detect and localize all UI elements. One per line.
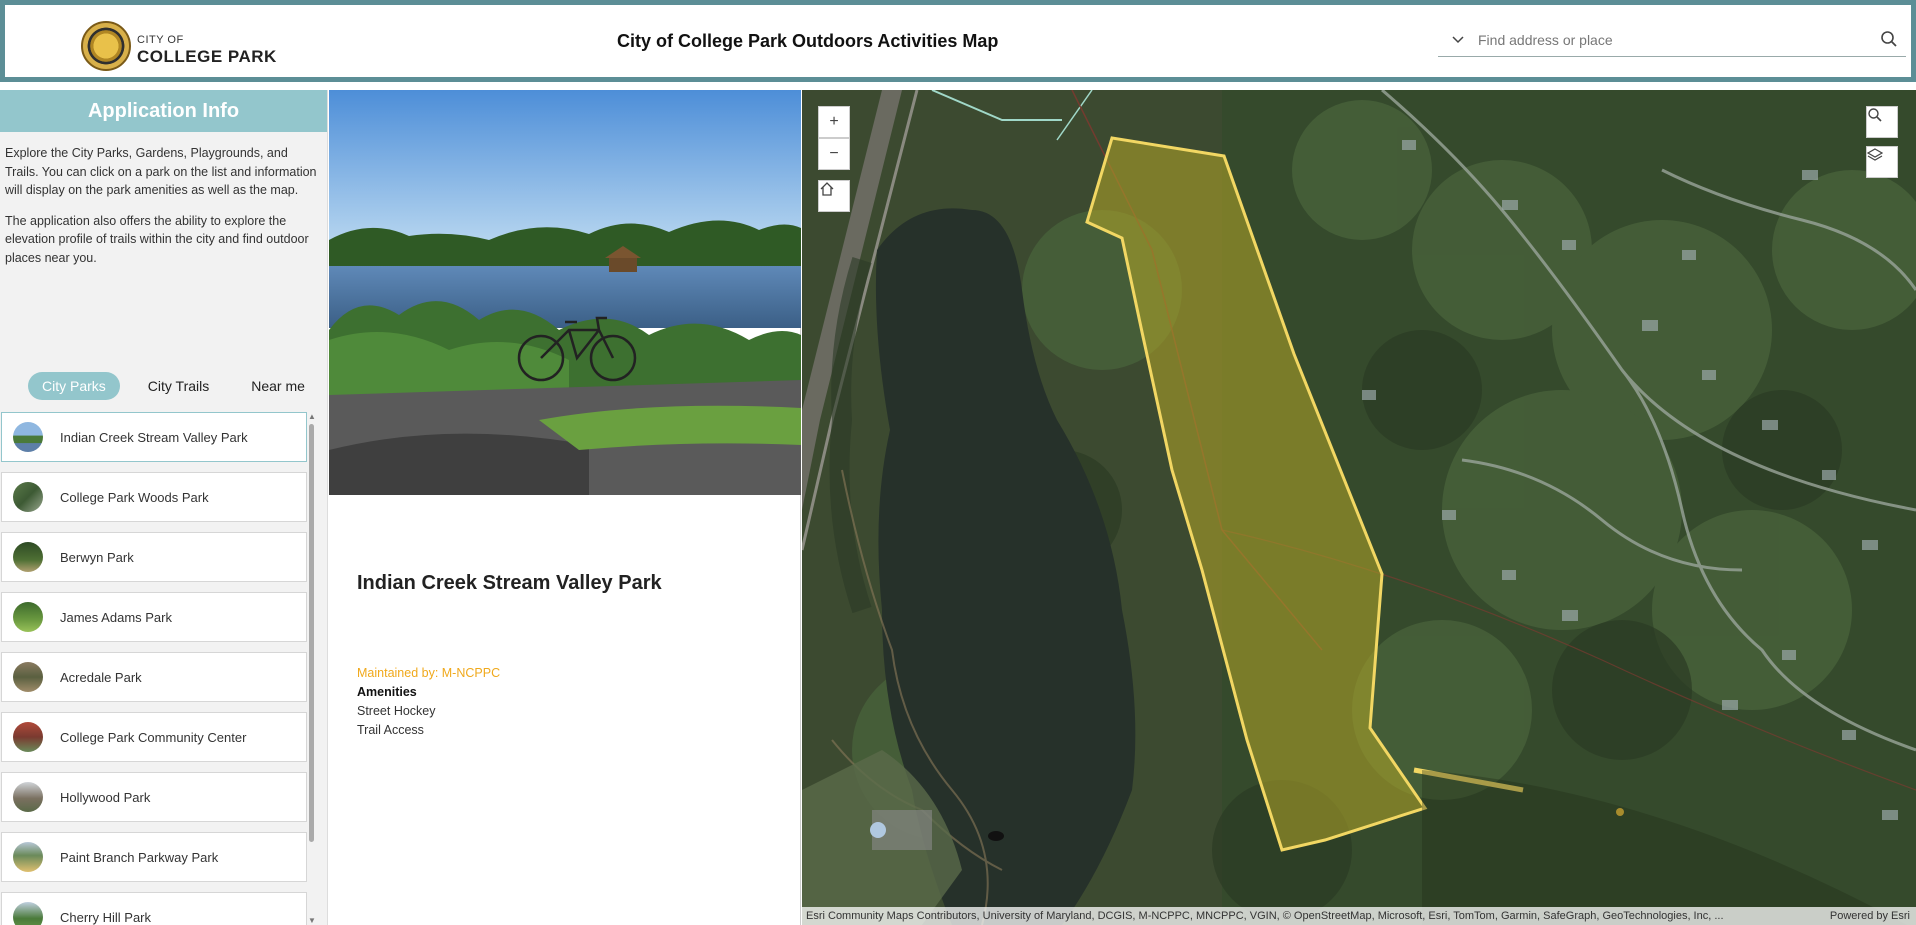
brand-small-text: CITY OF	[137, 34, 184, 46]
app-header: CITY OF COLLEGE PARK City of College Par…	[0, 0, 1916, 82]
tab-near-me[interactable]: Near me	[237, 372, 319, 400]
satellite-basemap	[802, 90, 1916, 925]
zoom-in-button[interactable]: +	[818, 106, 850, 138]
park-photo	[329, 90, 801, 495]
park-thumbnail	[13, 842, 43, 872]
park-name: Paint Branch Parkway Park	[60, 849, 219, 865]
park-name: James Adams Park	[60, 609, 172, 625]
brand: CITY OF COLLEGE PARK	[137, 34, 277, 66]
home-button[interactable]	[818, 180, 850, 212]
amenities-heading: Amenities	[357, 685, 417, 699]
search-input[interactable]	[1478, 29, 1858, 51]
list-item-indian-creek[interactable]: Indian Creek Stream Valley Park	[1, 412, 307, 462]
category-tabs: City Parks City Trails Near me	[28, 372, 319, 400]
park-name: College Park Woods Park	[60, 489, 209, 505]
park-detail-panel: Indian Creek Stream Valley Park Maintain…	[329, 90, 801, 925]
park-thumbnail	[13, 482, 43, 512]
search-bar	[1438, 23, 1906, 57]
map-view[interactable]: + − Esri Community Maps Contributors, Un…	[802, 90, 1916, 925]
park-list: Indian Creek Stream Valley Park College …	[0, 412, 312, 925]
description-paragraph-1: Explore the City Parks, Gardens, Playgro…	[5, 146, 317, 197]
park-name: College Park Community Center	[60, 729, 247, 745]
search-icon[interactable]	[1880, 30, 1898, 48]
amenity-item: Street Hockey	[357, 704, 436, 718]
park-name: Cherry Hill Park	[60, 909, 152, 925]
city-seal-logo	[81, 21, 131, 71]
list-item-berwyn[interactable]: Berwyn Park	[1, 532, 307, 582]
scroll-down-icon[interactable]: ▼	[308, 916, 316, 925]
powered-by-esri[interactable]: Powered by Esri	[1830, 907, 1910, 925]
map-search-button[interactable]	[1866, 106, 1898, 138]
chevron-down-icon[interactable]	[1450, 31, 1466, 47]
park-thumbnail	[13, 662, 43, 692]
brand-big-text: COLLEGE PARK	[137, 47, 277, 66]
park-name: Acredale Park	[60, 669, 142, 685]
app-title: City of College Park Outdoors Activities…	[617, 31, 999, 51]
park-name: Berwyn Park	[60, 549, 134, 565]
amenity-item: Trail Access	[357, 723, 424, 737]
list-item-hollywood[interactable]: Hollywood Park	[1, 772, 307, 822]
maintained-by: Maintained by: M-NCPPC	[357, 666, 501, 680]
park-name: Hollywood Park	[60, 789, 151, 805]
park-thumbnail	[13, 602, 43, 632]
park-thumbnail	[13, 782, 43, 812]
list-item-college-park-woods[interactable]: College Park Woods Park	[1, 472, 307, 522]
app-description: Explore the City Parks, Gardens, Playgro…	[0, 132, 327, 267]
list-item-james-adams[interactable]: James Adams Park	[1, 592, 307, 642]
list-item-paint-branch[interactable]: Paint Branch Parkway Park	[1, 832, 307, 882]
park-thumbnail	[13, 722, 43, 752]
application-info-panel: Application Info Explore the City Parks,…	[0, 90, 328, 925]
panel-heading: Application Info	[0, 90, 327, 132]
list-item-community-center[interactable]: College Park Community Center	[1, 712, 307, 762]
description-paragraph-2: The application also offers the ability …	[5, 213, 309, 265]
list-scrollbar[interactable]: ▲ ▼	[308, 412, 316, 925]
scrollbar-thumb[interactable]	[309, 424, 314, 842]
park-thumbnail	[13, 902, 43, 925]
tab-city-trails[interactable]: City Trails	[134, 372, 223, 400]
park-thumbnail	[13, 422, 43, 452]
park-title: Indian Creek Stream Valley Park	[357, 572, 662, 594]
attribution-text: Esri Community Maps Contributors, Univer…	[806, 910, 1724, 922]
list-item-cherry-hill[interactable]: Cherry Hill Park	[1, 892, 307, 925]
map-attribution: Esri Community Maps Contributors, Univer…	[802, 907, 1916, 925]
zoom-out-button[interactable]: −	[818, 138, 850, 170]
list-item-acredale[interactable]: Acredale Park	[1, 652, 307, 702]
tab-city-parks[interactable]: City Parks	[28, 372, 120, 400]
park-thumbnail	[13, 542, 43, 572]
park-name: Indian Creek Stream Valley Park	[60, 429, 248, 445]
layers-button[interactable]	[1866, 146, 1898, 178]
scroll-up-icon[interactable]: ▲	[308, 412, 316, 421]
